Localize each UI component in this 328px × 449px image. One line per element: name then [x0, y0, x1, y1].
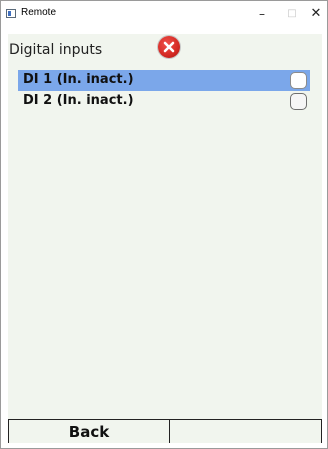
- error-icon: [158, 36, 180, 58]
- right-softkey[interactable]: [170, 420, 322, 443]
- window-title: Remote: [21, 7, 57, 18]
- list-item-label: DI 2 (In. inact.): [23, 93, 134, 108]
- screen-header: Digital inputs: [8, 34, 322, 64]
- close-button[interactable]: ✕: [299, 1, 328, 27]
- list-item-label: DI 1 (In. inact.): [23, 72, 134, 87]
- checkbox-di1[interactable]: [290, 72, 307, 89]
- back-button-label: Back: [68, 423, 110, 441]
- list-item-di1[interactable]: DI 1 (In. inact.): [18, 70, 310, 91]
- page-title: Digital inputs: [9, 42, 103, 58]
- back-button[interactable]: Back: [8, 420, 170, 443]
- checkbox-di2[interactable]: [290, 93, 307, 110]
- minimize-button[interactable]: –: [245, 1, 279, 27]
- title-bar: Remote – □ ✕: [1, 1, 327, 27]
- digital-inputs-list: DI 1 (In. inact.) DI 2 (In. inact.): [18, 70, 310, 112]
- list-item-di2[interactable]: DI 2 (In. inact.): [18, 91, 310, 112]
- device-screen: Digital inputs DI 1 (In. inact.) DI 2 (I…: [8, 34, 322, 443]
- remote-window: Remote – □ ✕ Digital inputs DI 1 (In. in…: [0, 0, 328, 449]
- app-window-icon: [6, 9, 16, 18]
- softkey-bar: Back: [8, 419, 322, 443]
